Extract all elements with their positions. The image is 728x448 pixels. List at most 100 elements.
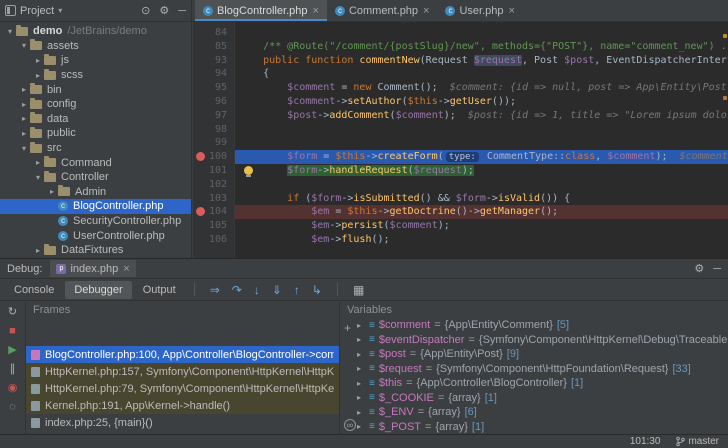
gutter-line[interactable]: 96 xyxy=(193,95,234,109)
chevron-right-icon[interactable]: ▸ xyxy=(357,335,365,344)
resume-icon[interactable]: ▶ xyxy=(8,345,16,356)
evaluate-expression-icon[interactable]: ▦ xyxy=(353,284,364,296)
tree-chevron-icon[interactable]: ▾ xyxy=(4,27,16,36)
gutter-line[interactable]: 85 xyxy=(193,40,234,54)
tree-item[interactable]: cUserController.php xyxy=(0,228,191,243)
force-step-into-icon[interactable]: ⇓ xyxy=(272,284,282,296)
gutter-line[interactable]: 102 xyxy=(193,178,234,192)
tree-item[interactable]: ▸data xyxy=(0,112,191,127)
gutter-line[interactable]: 104 xyxy=(193,205,234,219)
pause-icon[interactable]: ∥ xyxy=(10,364,16,375)
code-area[interactable]: /** @Route("/comment/{postSlug}/new", me… xyxy=(235,22,728,258)
step-over-icon[interactable]: ↷ xyxy=(232,284,242,296)
run-to-cursor-icon[interactable]: ↳ xyxy=(312,284,322,296)
tree-chevron-icon[interactable]: ▸ xyxy=(32,158,44,167)
code-line[interactable] xyxy=(235,123,728,137)
tree-item[interactable]: ▸Command xyxy=(0,155,191,170)
tree-item[interactable]: ▸public xyxy=(0,126,191,141)
code-line[interactable]: $comment = new Comment(); $comment: {id … xyxy=(235,81,728,95)
gutter-line[interactable]: 93 xyxy=(193,54,234,68)
tree-chevron-icon[interactable]: ▸ xyxy=(18,100,30,109)
tree-item[interactable]: ▸js xyxy=(0,53,191,68)
caret-position[interactable]: 101:30 xyxy=(630,436,661,447)
gutter-line[interactable]: 105 xyxy=(193,219,234,233)
debug-session-tab[interactable]: p index.php × xyxy=(50,260,135,277)
variable-row[interactable]: ▸≡$post = {App\Entity\Post}[9] xyxy=(340,347,728,362)
code-line[interactable]: $em->persist($comment); xyxy=(235,219,728,233)
code-line[interactable] xyxy=(235,26,728,40)
variable-row[interactable]: ▸≡$_COOKIE = {array}[1] xyxy=(340,391,728,406)
close-icon[interactable]: × xyxy=(509,5,515,17)
close-icon[interactable]: × xyxy=(123,263,129,275)
gutter-line[interactable]: 94 xyxy=(193,67,234,81)
chevron-right-icon[interactable]: ▸ xyxy=(357,408,365,417)
tree-chevron-icon[interactable]: ▾ xyxy=(18,144,30,153)
tree-chevron-icon[interactable]: ▸ xyxy=(18,129,30,138)
debug-tab-debugger[interactable]: Debugger xyxy=(65,281,131,299)
settings-gear-icon[interactable]: ⚙ xyxy=(159,5,169,17)
gutter-line[interactable]: 100 xyxy=(193,150,234,164)
rerun-icon[interactable]: ↻ xyxy=(8,307,17,318)
add-watch-icon[interactable]: + xyxy=(344,321,351,335)
tree-item[interactable]: ▸scss xyxy=(0,68,191,83)
editor-tab-blogcontroller-php[interactable]: cBlogController.php× xyxy=(195,0,327,21)
variable-row[interactable]: ▸≡$this = {App\Controller\BlogController… xyxy=(340,376,728,391)
chevron-right-icon[interactable]: ▸ xyxy=(357,321,365,330)
editor-tab-comment-php[interactable]: cComment.php× xyxy=(327,0,438,21)
gutter-line[interactable]: 98 xyxy=(193,123,234,137)
variable-row[interactable]: ▸≡$comment = {App\Entity\Comment}[5] xyxy=(340,318,728,333)
step-out-icon[interactable]: ↑ xyxy=(294,284,300,296)
tree-item[interactable]: ▸Admin xyxy=(0,185,191,200)
gutter-line[interactable]: 97 xyxy=(193,109,234,123)
variable-row[interactable]: ▸≡$_POST = {array}[1] xyxy=(340,420,728,435)
error-stripe-mark[interactable] xyxy=(723,96,727,100)
tree-chevron-icon[interactable]: ▸ xyxy=(32,56,44,65)
tree-chevron-icon[interactable]: ▸ xyxy=(18,85,30,94)
error-stripe-mark[interactable] xyxy=(723,34,727,38)
tree-item[interactable]: cSecurityController.php xyxy=(0,214,191,229)
code-line[interactable] xyxy=(235,136,728,150)
gutter-line[interactable]: 99 xyxy=(193,136,234,150)
tree-chevron-icon[interactable]: ▸ xyxy=(32,246,44,255)
editor-gutter[interactable]: 848593949596979899100101102103104105106 xyxy=(193,22,235,258)
tree-item[interactable]: ▸DataFixtures xyxy=(0,243,191,258)
breakpoint-icon[interactable] xyxy=(196,152,205,161)
editor[interactable]: 848593949596979899100101102103104105106 … xyxy=(193,22,728,258)
gutter-line[interactable]: 101 xyxy=(193,164,234,178)
code-line[interactable]: $comment->setAuthor($this->getUser()); xyxy=(235,95,728,109)
code-line[interactable]: /** @Route("/comment/{postSlug}/new", me… xyxy=(235,40,728,54)
tree-item[interactable]: ▸bin xyxy=(0,82,191,97)
intention-bulb-icon[interactable] xyxy=(244,166,253,175)
breakpoint-icon[interactable] xyxy=(196,207,205,216)
chevron-down-icon[interactable]: ▾ xyxy=(58,6,62,15)
gutter-line[interactable]: 106 xyxy=(193,233,234,247)
project-panel-title[interactable]: Project xyxy=(20,5,54,17)
tree-item[interactable]: ▾src xyxy=(0,141,191,156)
tree-item[interactable]: cBlogController.php xyxy=(0,199,191,214)
tree-chevron-icon[interactable]: ▸ xyxy=(18,114,30,123)
code-line[interactable]: if ($form->isSubmitted() && $form->isVal… xyxy=(235,192,728,206)
stop-icon[interactable]: ■ xyxy=(9,326,16,337)
gutter-line[interactable]: 103 xyxy=(193,192,234,206)
frame-row[interactable]: Kernel.php:191, App\Kernel->handle() xyxy=(26,397,339,414)
chevron-right-icon[interactable]: ▸ xyxy=(357,379,365,388)
code-line[interactable]: $form = $this->createForm(type: CommentT… xyxy=(235,150,728,164)
close-icon[interactable]: × xyxy=(423,5,429,17)
chevron-right-icon[interactable]: ▸ xyxy=(357,350,365,359)
debug-tab-console[interactable]: Console xyxy=(5,281,63,299)
tree-chevron-icon[interactable]: ▾ xyxy=(32,173,44,182)
frame-row[interactable]: BlogController.php:100, App\Controller\B… xyxy=(26,346,339,363)
frame-row[interactable]: HttpKernel.php:157, Symfony\Component\Ht… xyxy=(26,363,339,380)
locate-icon[interactable]: ⊙ xyxy=(141,5,150,17)
gutter-line[interactable]: 95 xyxy=(193,81,234,95)
tree-chevron-icon[interactable]: ▸ xyxy=(46,187,58,196)
mute-breakpoints-icon[interactable]: ◌ xyxy=(9,402,16,413)
code-line[interactable] xyxy=(235,178,728,192)
tree-chevron-icon[interactable]: ▾ xyxy=(18,41,30,50)
code-line[interactable]: { xyxy=(235,67,728,81)
view-breakpoints-icon[interactable]: ◉ xyxy=(8,383,18,394)
tree-item[interactable]: ▾assets xyxy=(0,39,191,54)
chevron-right-icon[interactable]: ▸ xyxy=(357,393,365,402)
debug-tab-output[interactable]: Output xyxy=(134,281,185,299)
variable-row[interactable]: ▸≡$_ENV = {array}[6] xyxy=(340,405,728,420)
